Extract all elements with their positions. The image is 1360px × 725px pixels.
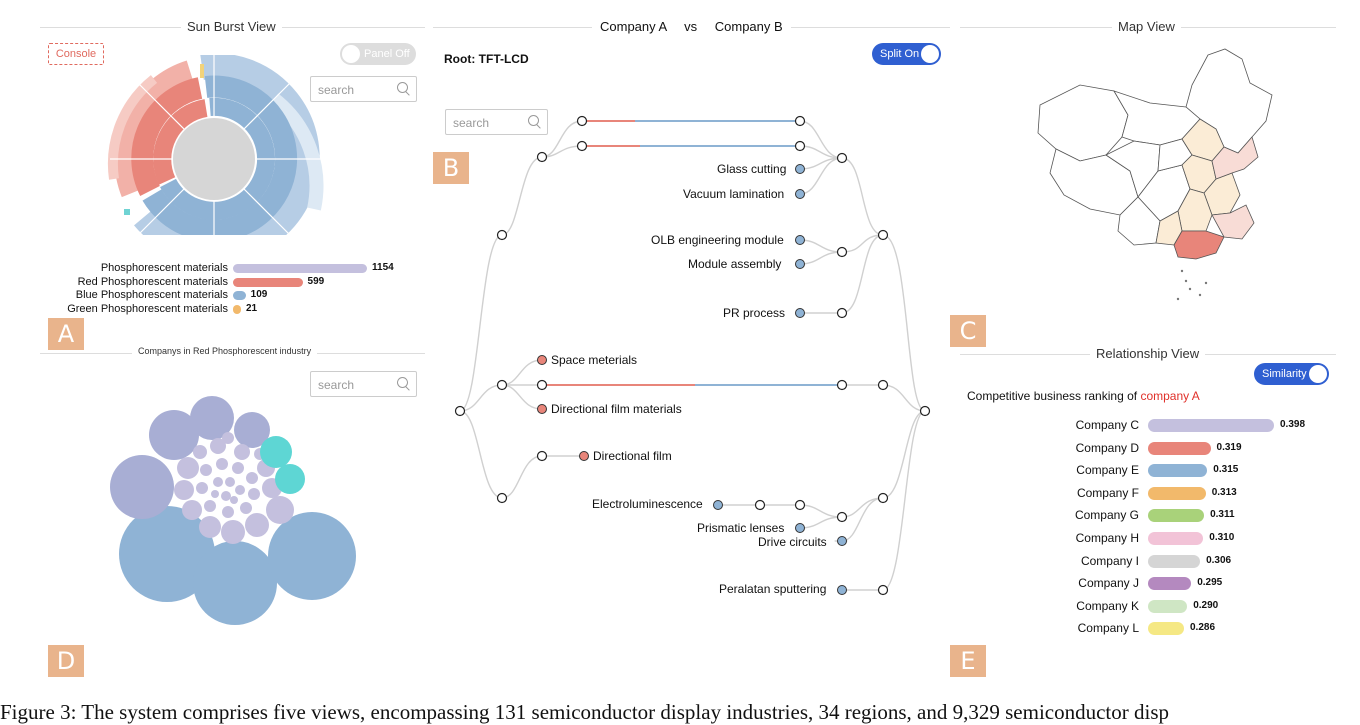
ranking-value: 0.398 — [1280, 419, 1306, 430]
legend-label: Phosphorescent materials — [100, 262, 228, 274]
legend-bar[interactable] — [233, 277, 303, 287]
search-icon — [397, 377, 408, 388]
ranking-company-label: Company I — [1080, 553, 1139, 568]
legend-label: Green Phosphorescent materials — [67, 302, 228, 315]
console-button[interactable]: Console — [48, 43, 104, 65]
ranking-heading-prefix: Competitive business ranking of — [967, 389, 1138, 403]
node-peralatan-sputtering[interactable]: Peralatan sputtering — [719, 582, 826, 596]
ranking-company-label: Company H — [1075, 531, 1139, 545]
badge-e: E — [950, 645, 986, 677]
ranking-heading: Competitive business ranking of company … — [967, 389, 1200, 403]
node-glass-cutting[interactable]: Glass cutting — [717, 162, 786, 176]
comparison-tree[interactable] — [440, 100, 950, 610]
company-a-label: Company A — [600, 19, 667, 34]
sunburst-teal-segment — [124, 209, 130, 215]
node-directional-film-materials[interactable]: Directional film materials — [551, 402, 682, 416]
ranking-bar[interactable] — [1148, 486, 1206, 500]
node-module-assembly[interactable]: Module assembly — [688, 257, 781, 271]
legend-value: 599 — [307, 275, 325, 287]
node-space-materials[interactable]: Space meterials — [551, 353, 637, 367]
badge-a: A — [48, 318, 84, 350]
vs-label: vs — [684, 19, 698, 34]
node-directional-film[interactable]: Directional film — [593, 449, 672, 463]
legend-bar[interactable] — [233, 304, 241, 314]
legend-value: 1154 — [372, 262, 394, 273]
ranking-bar[interactable] — [1148, 441, 1211, 455]
badge-c: C — [950, 315, 986, 347]
legend-bar[interactable] — [233, 291, 246, 300]
figure-caption: Figure 3: The system comprises five view… — [0, 700, 1170, 724]
legend-label: Red Phosphorescent materials — [77, 275, 228, 288]
ranking-company-label: Company C — [1075, 418, 1139, 432]
sunburst-center — [173, 118, 255, 200]
ranking-value: 0.286 — [1190, 622, 1216, 634]
panel-c-title: Map View — [1112, 19, 1181, 34]
ranking-bar[interactable] — [1148, 554, 1201, 568]
bubble-chart[interactable] — [100, 390, 370, 635]
legend-value: 109 — [250, 289, 268, 300]
ranking-bar[interactable] — [1148, 419, 1274, 432]
node-vacuum-lamination[interactable]: Vacuum lamination — [683, 187, 784, 201]
root-label: Root: TFT-LCD — [444, 52, 529, 66]
sunburst-yellow-segment — [200, 64, 204, 78]
ranking-company-label: Company J — [1078, 576, 1139, 591]
panel-d-title: Companys in Red Phosphorescent industry — [132, 346, 318, 356]
panel-toggle-label: Panel Off — [364, 48, 410, 60]
ranking-company-label: Company G — [1074, 508, 1139, 523]
legend-value: 21 — [246, 302, 258, 314]
ranking-company-label: Company K — [1076, 598, 1139, 613]
node-olb-engineering-module[interactable]: OLB engineering module — [651, 233, 784, 247]
legend-label: Blue Phosphorescent materials — [75, 289, 228, 301]
node-drive-circuits[interactable]: Drive circuits — [758, 535, 827, 549]
map-region-guangdong — [1173, 230, 1225, 260]
node-prismatic-lenses[interactable]: Prismatic lenses — [697, 521, 784, 535]
ranking-bar[interactable] — [1148, 577, 1192, 591]
ranking-value: 0.313 — [1211, 486, 1237, 498]
ranking-company-label: Company E — [1076, 463, 1139, 478]
sunburst-chart[interactable] — [100, 55, 330, 235]
ranking-company-label: Company F — [1076, 485, 1139, 500]
ranking-company-label: Company D — [1075, 440, 1139, 455]
panel-a-title: Sun Burst View — [181, 19, 282, 34]
bubble — [268, 512, 356, 600]
bubble — [260, 436, 292, 468]
map-region-xinjiang — [1037, 84, 1129, 162]
similarity-toggle[interactable]: Similarity — [1254, 363, 1329, 385]
ranking-bar[interactable] — [1148, 599, 1188, 613]
ranking-value: 0.290 — [1193, 599, 1219, 611]
bubble — [110, 455, 174, 519]
legend-bar[interactable] — [233, 264, 367, 273]
ranking-value: 0.311 — [1210, 509, 1235, 521]
node-electroluminescence[interactable]: Electroluminescence — [592, 497, 703, 511]
ranking-bar[interactable] — [1148, 464, 1208, 478]
ranking-value: 0.310 — [1209, 532, 1235, 543]
toggle-knob — [921, 45, 939, 63]
bubble — [193, 541, 277, 625]
panel-e-title: Relationship View — [1090, 346, 1206, 361]
badge-d: D — [48, 645, 84, 677]
company-b-label: Company B — [714, 19, 783, 34]
bubble — [275, 464, 305, 494]
ranking-value: 0.295 — [1197, 577, 1223, 589]
ranking-bar[interactable] — [1148, 532, 1204, 545]
similarity-toggle-label: Similarity — [1262, 368, 1307, 380]
split-toggle-label: Split On — [880, 48, 920, 60]
toggle-knob — [1309, 365, 1327, 383]
ranking-company-label: Company L — [1077, 621, 1139, 636]
ranking-bar[interactable] — [1148, 622, 1184, 636]
ranking-value: 0.315 — [1213, 464, 1239, 476]
node-pr-process[interactable]: PR process — [723, 306, 785, 320]
china-map[interactable] — [1010, 45, 1300, 310]
comparison-title: Company A vs Company B — [592, 19, 791, 34]
ranking-bar[interactable] — [1148, 509, 1205, 523]
ranking-value: 0.306 — [1206, 554, 1232, 566]
ranking-value: 0.319 — [1216, 441, 1242, 453]
search-icon — [397, 82, 408, 93]
split-toggle[interactable]: Split On — [872, 43, 941, 65]
toggle-knob — [342, 45, 360, 63]
panel-toggle[interactable]: Panel Off — [340, 43, 416, 65]
ranking-heading-company: company A — [1140, 389, 1200, 403]
